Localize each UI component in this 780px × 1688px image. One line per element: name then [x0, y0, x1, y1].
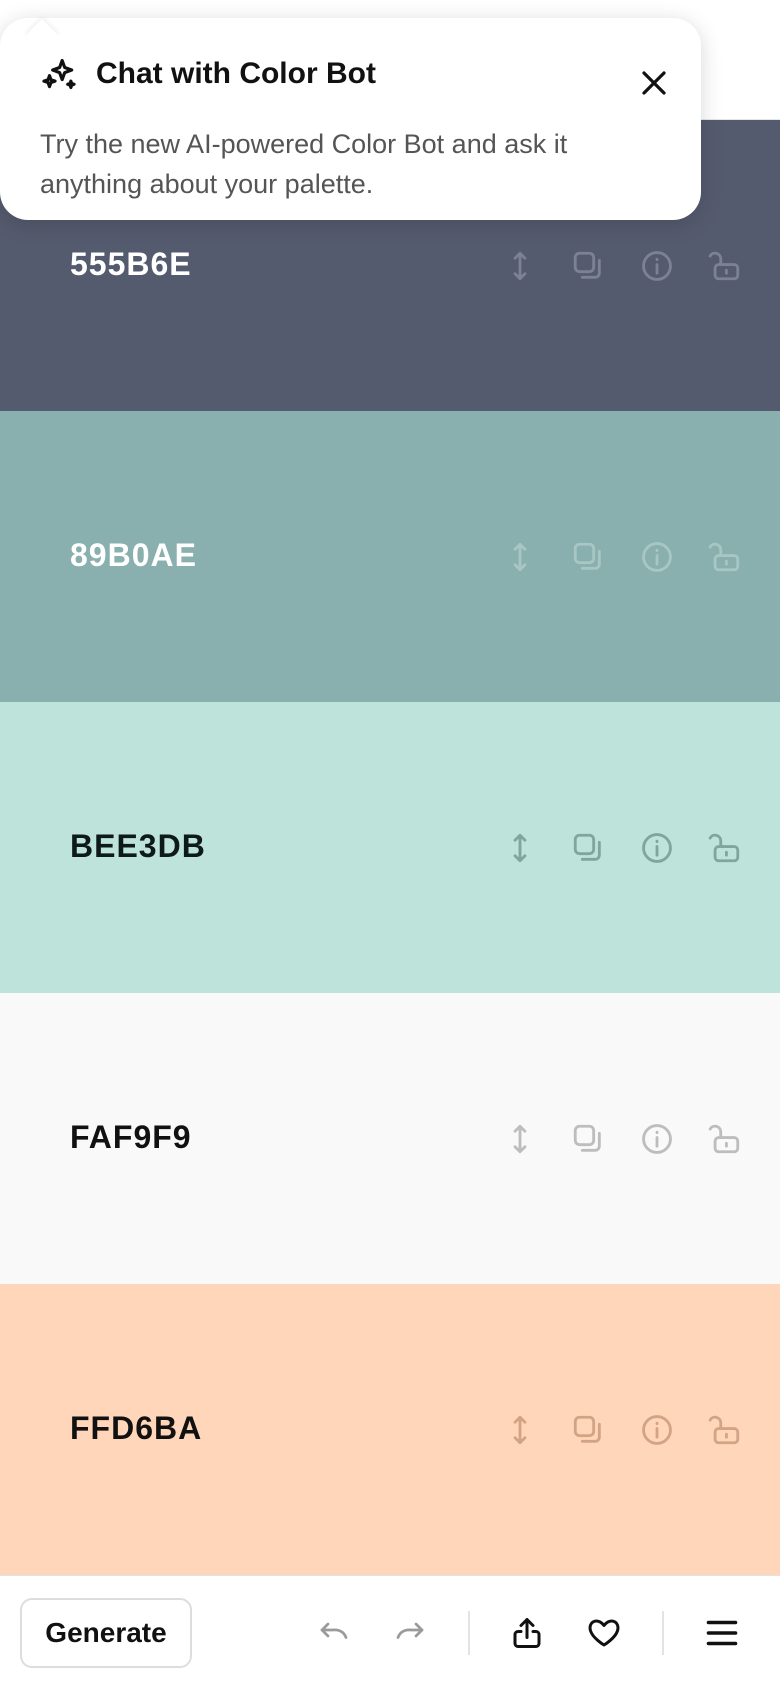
popup-title: Chat with Color Bot [96, 57, 376, 90]
info-icon[interactable] [637, 537, 677, 577]
swatch-tools [500, 1119, 745, 1159]
popup-pointer [25, 19, 59, 53]
hex-code[interactable]: 89B0AE [70, 537, 197, 574]
info-icon[interactable] [637, 828, 677, 868]
swatch-tools [500, 1410, 745, 1450]
toolbar-divider [662, 1611, 664, 1655]
copy-icon[interactable] [568, 246, 608, 286]
color-swatch-3[interactable]: BEE3DB [0, 702, 780, 993]
drag-arrows-icon[interactable] [500, 1119, 540, 1159]
unlock-icon[interactable] [705, 828, 745, 868]
bottom-toolbar: Generate [0, 1575, 780, 1688]
info-icon[interactable] [637, 1119, 677, 1159]
drag-arrows-icon[interactable] [500, 828, 540, 868]
swatch-tools [500, 246, 745, 286]
color-swatch-2[interactable]: 89B0AE [0, 411, 780, 702]
palette: 555B6E 89B0AE BEE3DB FAF9F9 FFD6BA [0, 120, 780, 1575]
unlock-icon[interactable] [705, 246, 745, 286]
copy-icon[interactable] [568, 1410, 608, 1450]
heart-icon[interactable] [582, 1611, 626, 1655]
undo-icon[interactable] [312, 1611, 356, 1655]
popup-body: Try the new AI-powered Color Bot and ask… [40, 129, 568, 199]
drag-arrows-icon[interactable] [500, 537, 540, 577]
share-icon[interactable] [505, 1611, 549, 1655]
color-swatch-5[interactable]: FFD6BA [0, 1284, 780, 1575]
color-bot-popup: Chat with Color Bot Try the new AI-power… [0, 18, 701, 220]
close-icon[interactable] [639, 68, 669, 98]
info-icon[interactable] [637, 1410, 677, 1450]
menu-icon[interactable] [700, 1611, 744, 1655]
swatch-tools [500, 828, 745, 868]
copy-icon[interactable] [568, 537, 608, 577]
hex-code[interactable]: FAF9F9 [70, 1119, 192, 1156]
info-icon[interactable] [637, 246, 677, 286]
close-button[interactable] [637, 66, 671, 100]
copy-icon[interactable] [568, 1119, 608, 1159]
unlock-icon[interactable] [705, 1119, 745, 1159]
drag-arrows-icon[interactable] [500, 246, 540, 286]
hex-code[interactable]: BEE3DB [70, 828, 206, 865]
color-swatch-4[interactable]: FAF9F9 [0, 993, 780, 1284]
popup-header: Chat with Color Bot [40, 54, 376, 94]
redo-icon[interactable] [388, 1611, 432, 1655]
hex-code[interactable]: FFD6BA [70, 1410, 202, 1447]
hex-code[interactable]: 555B6E [70, 246, 192, 283]
drag-arrows-icon[interactable] [500, 1410, 540, 1450]
unlock-icon[interactable] [705, 537, 745, 577]
toolbar-divider [468, 1611, 470, 1655]
swatch-tools [500, 537, 745, 577]
sparkles-icon [42, 58, 76, 90]
unlock-icon[interactable] [705, 1410, 745, 1450]
copy-icon[interactable] [568, 828, 608, 868]
generate-button[interactable]: Generate [20, 1598, 192, 1668]
